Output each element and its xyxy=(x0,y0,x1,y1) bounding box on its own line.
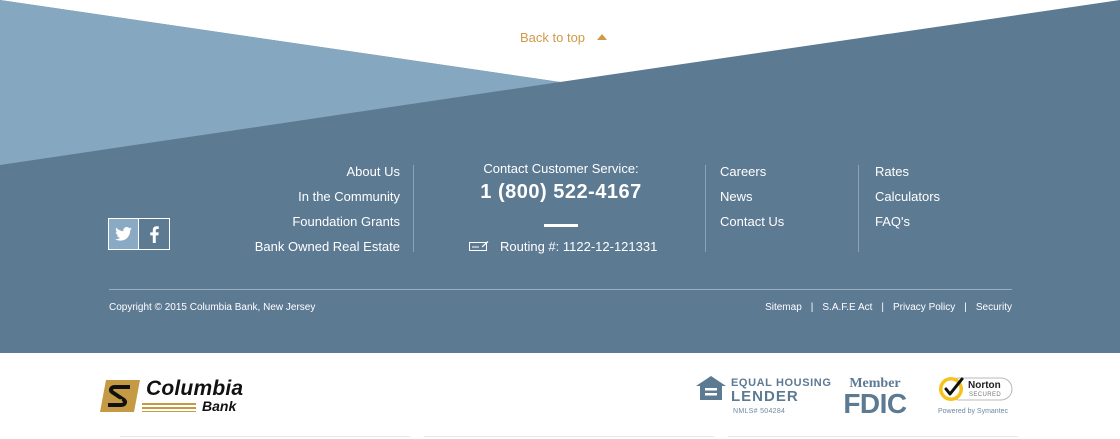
nav-link-about-us[interactable]: About Us xyxy=(255,159,400,184)
norton-secured: SECURED xyxy=(969,392,1002,398)
caret-up-icon xyxy=(597,34,608,40)
column-divider xyxy=(413,165,414,252)
nav-link-bank-owned-real-estate[interactable]: Bank Owned Real Estate xyxy=(255,234,400,259)
nmls-number: NMLS# 504284 xyxy=(733,408,786,415)
legal-link-security[interactable]: Security xyxy=(976,301,1012,315)
logo-subtitle: Bank xyxy=(202,398,237,414)
footer-nav-about: About Us In the Community Foundation Gra… xyxy=(255,159,400,259)
columbia-logo-icon xyxy=(100,379,140,412)
nav-link-calculators[interactable]: Calculators xyxy=(875,184,940,209)
nav-link-foundation-grants[interactable]: Foundation Grants xyxy=(255,209,400,234)
contact-label: Contact Customer Service: xyxy=(483,161,639,176)
footer-divider xyxy=(109,289,1012,290)
footer-nav-rates: Rates Calculators FAQ's xyxy=(875,159,940,234)
contact-phone[interactable]: 1 (800) 522-4167 xyxy=(440,179,682,205)
facebook-icon xyxy=(149,225,159,243)
legal-link-safe-act[interactable]: S.A.F.E Act xyxy=(822,301,872,315)
equal-housing-badge: EQUAL HOUSING LENDER NMLS# 504284 xyxy=(695,375,831,415)
norton-wordmark: Norton xyxy=(968,380,1001,391)
check-icon xyxy=(469,241,489,251)
nav-link-careers[interactable]: Careers xyxy=(720,159,784,184)
nav-link-news[interactable]: News xyxy=(720,184,784,209)
routing-text: Routing #: 1122-12-121331 xyxy=(500,238,658,254)
columbia-bank-logo[interactable]: Columbia Bank xyxy=(100,378,243,413)
divider-dash xyxy=(544,224,578,227)
legal-separator: | xyxy=(810,302,814,313)
legal-link-privacy-policy[interactable]: Privacy Policy xyxy=(893,301,955,315)
equal-housing-line2: LENDER xyxy=(731,388,799,405)
equal-housing-icon xyxy=(696,376,726,400)
nav-link-community[interactable]: In the Community xyxy=(255,184,400,209)
routing-number: Routing #: 1122-12-121331 xyxy=(469,236,657,256)
bottom-divider xyxy=(728,436,1018,437)
legal-links: Sitemap | S.A.F.E Act | Privacy Policy |… xyxy=(765,301,1012,315)
back-to-top-link[interactable]: Back to top xyxy=(520,28,608,46)
facebook-button[interactable] xyxy=(139,218,170,250)
twitter-button[interactable] xyxy=(108,218,139,250)
legal-link-sitemap[interactable]: Sitemap xyxy=(765,301,802,315)
back-to-top-label: Back to top xyxy=(520,29,586,45)
column-divider xyxy=(705,165,706,252)
logo-wordmark: Columbia xyxy=(146,377,244,400)
twitter-icon xyxy=(115,227,132,241)
powered-by-symantec: Powered by Symantec xyxy=(938,408,1009,415)
contact-block: Contact Customer Service: 1 (800) 522-41… xyxy=(440,160,682,227)
nav-link-rates[interactable]: Rates xyxy=(875,159,940,184)
copyright-text: Copyright © 2015 Columbia Bank, New Jers… xyxy=(109,302,316,313)
bottom-divider xyxy=(424,436,714,437)
legal-separator: | xyxy=(881,302,885,313)
legal-separator: | xyxy=(964,302,967,313)
column-divider xyxy=(858,165,859,252)
footer-nav-careers: Careers News Contact Us xyxy=(720,159,784,234)
norton-badge[interactable]: Norton SECURED Powered by Symantec xyxy=(938,374,1014,415)
fdic-label: FDIC xyxy=(843,388,907,419)
nav-link-faqs[interactable]: FAQ's xyxy=(875,209,940,234)
bottom-divider xyxy=(120,436,410,437)
nav-link-contact-us[interactable]: Contact Us xyxy=(720,209,784,234)
fdic-badge: Member FDIC xyxy=(842,377,908,419)
social-links xyxy=(108,218,170,250)
logo-stripes xyxy=(142,402,196,412)
